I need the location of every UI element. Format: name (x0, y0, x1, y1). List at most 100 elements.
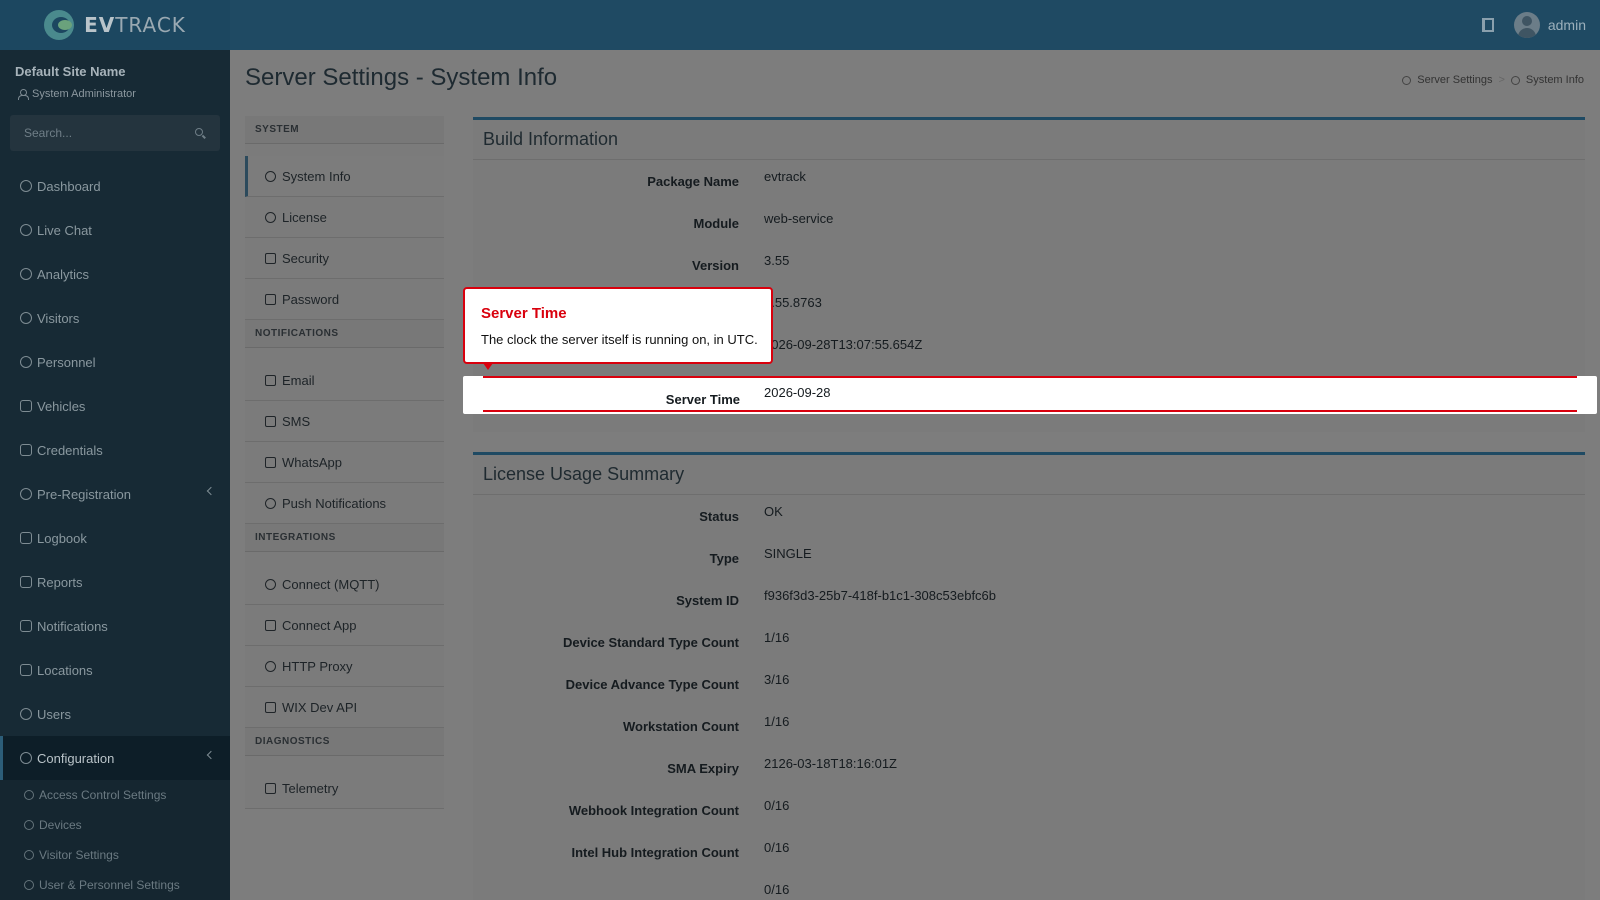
menu-item-telemetry[interactable]: Telemetry (245, 768, 444, 809)
sidebar-subitem-visitor-settings[interactable]: Visitor Settings (0, 840, 230, 870)
sidebar-item-label: Logbook (37, 530, 87, 546)
info-key: Webhook Integration Count (568, 803, 739, 818)
menu-item-security[interactable]: Security (245, 238, 444, 279)
breadcrumb-current: System Info (1525, 74, 1584, 86)
sidebar-subitem-access-control[interactable]: Access Control Settings (0, 780, 230, 810)
sidebar-item-personnel[interactable]: Personnel (0, 340, 230, 384)
sidebar-item-visitors[interactable]: Visitors (0, 296, 230, 340)
server-time-value: 2026-09-28 (764, 385, 831, 400)
users-icon (24, 880, 34, 890)
info-value: web-service (764, 211, 834, 226)
server-time-row[interactable]: Server Time 2026-09-28 (463, 376, 1597, 414)
menu-header-system: SYSTEM (245, 116, 444, 144)
avatar[interactable] (1513, 12, 1540, 38)
license-summary-panel: License Usage Summary Status OK Type SINGL… (473, 452, 1585, 900)
user-cog-icon (20, 356, 32, 368)
sidebar-item-label: Dashboard (37, 178, 101, 194)
info-key: Device Standard Type Count (562, 635, 739, 650)
sidebar-item-label: Credentials (37, 442, 103, 458)
lock-icon (265, 293, 276, 305)
sidebar-item-reports[interactable]: Reports (0, 560, 230, 604)
sidebar-item-credentials[interactable]: Credentials (0, 428, 230, 472)
sidebar-item-logbook[interactable]: Logbook (0, 516, 230, 560)
sidebar-item-configuration[interactable]: Configuration (0, 736, 230, 780)
menu-item-label: License (282, 209, 327, 225)
sidebar-item-locations[interactable]: Locations (0, 648, 230, 692)
menu-item-whatsapp[interactable]: WhatsApp (245, 442, 444, 483)
info-key: Version (692, 258, 739, 273)
tooltip-title: Server Time (481, 305, 567, 322)
dashboard-icon (20, 180, 32, 192)
info-key: Intel Hub Integration Count (571, 845, 739, 860)
info-row: Device Advance Type Count 3/16 (473, 663, 1585, 705)
sidebar-item-pre-registration[interactable]: Pre-Registration (0, 472, 230, 516)
sidebar-item-vehicles[interactable]: Vehicles (0, 384, 230, 428)
server-time-tooltip: Server Time The clock the server itself … (463, 287, 773, 370)
info-key: Device Advance Type Count (565, 677, 739, 692)
sidebar-item-users[interactable]: Users (0, 692, 230, 736)
info-value: 0/16 (764, 798, 790, 813)
info-key: SMA Expiry (667, 761, 739, 776)
search-icon[interactable] (195, 128, 203, 136)
eye-icon (24, 850, 34, 860)
message-icon (20, 620, 32, 632)
breadcrumb: Server Settings > System Info (1402, 74, 1584, 86)
brand-logo[interactable]: EVTRACK (0, 0, 230, 50)
menu-item-label: Password (282, 291, 340, 307)
bell-icon (265, 497, 276, 509)
gear-icon (265, 170, 276, 182)
menu-item-wix-dev-api[interactable]: WIX Dev API (245, 687, 444, 728)
user-name[interactable]: admin (1548, 17, 1586, 33)
sidebar-item-live-chat[interactable]: Live Chat (0, 208, 230, 252)
sidebar-item-label: Personnel (37, 354, 96, 370)
sidebar-nav: Dashboard Live Chat Analytics Visitors P… (0, 164, 230, 900)
search-input[interactable] (10, 115, 180, 151)
menu-item-sms[interactable]: SMS (245, 401, 444, 442)
sidebar-item-label: Users (37, 706, 71, 722)
menu-item-label: WIX Dev API (282, 699, 358, 715)
sidebar-item-dashboard[interactable]: Dashboard (0, 164, 230, 208)
info-row: Module web-service (473, 202, 1585, 244)
menu-header-integrations: INTEGRATIONS (245, 524, 444, 552)
shield-icon (265, 252, 276, 264)
menu-item-password[interactable]: Password (245, 279, 444, 320)
menu-item-connect-app[interactable]: Connect App (245, 605, 444, 646)
menu-header-notifications: NOTIFICATIONS (245, 320, 444, 348)
info-key: Status (699, 509, 739, 524)
info-row: Workstation Count 1/16 (473, 705, 1585, 747)
sidebar-item-label: Reports (37, 574, 83, 590)
sidebar-subitem-label: Visitor Settings (39, 848, 119, 862)
gear-icon (1510, 75, 1520, 85)
info-value: 3.55 (764, 253, 790, 268)
sidebar-item-analytics[interactable]: Analytics (0, 252, 230, 296)
sidebar-subitem-devices[interactable]: Devices (0, 810, 230, 840)
info-row: Version 3.55 (473, 244, 1585, 286)
user-role-label: System Administrator (32, 88, 136, 100)
book-icon (20, 532, 32, 544)
panel-title: Build Information (473, 120, 1585, 160)
highlight-line-bottom (483, 410, 1577, 412)
sidebar-item-notifications[interactable]: Notifications (0, 604, 230, 648)
info-key: Module (693, 216, 740, 231)
info-row: Package Name evtrack (473, 160, 1585, 202)
breadcrumb-parent[interactable]: Server Settings (1417, 74, 1492, 86)
menu-item-email[interactable]: Email (245, 360, 444, 401)
gear-icon (20, 752, 32, 764)
menu-item-connect-mqtt[interactable]: Connect (MQTT) (245, 564, 444, 605)
menu-item-system-info[interactable]: System Info (245, 156, 444, 197)
sidebar-item-label: Live Chat (37, 222, 92, 238)
book-icon[interactable] (1481, 18, 1494, 32)
menu-item-label: Connect (MQTT) (282, 576, 380, 592)
info-value: 3/16 (764, 672, 790, 687)
menu-item-license[interactable]: License (245, 197, 444, 238)
menu-item-push-notifications[interactable]: Push Notifications (245, 483, 444, 524)
menu-item-http-proxy[interactable]: HTTP Proxy (245, 646, 444, 687)
globe-icon (265, 660, 276, 672)
info-value: 2026-09-28T13:07:55.654Z (764, 337, 923, 352)
menu-item-label: WhatsApp (282, 454, 342, 470)
sidebar-subitem-user-personnel[interactable]: User & Personnel Settings (0, 870, 230, 900)
users-icon (20, 708, 32, 720)
info-value: f936f3d3-25b7-418f-b1c1-308c53ebfc6b (764, 588, 997, 603)
sidebar-subitem-label: User & Personnel Settings (39, 878, 180, 892)
info-row: 0/16 (473, 873, 1585, 900)
